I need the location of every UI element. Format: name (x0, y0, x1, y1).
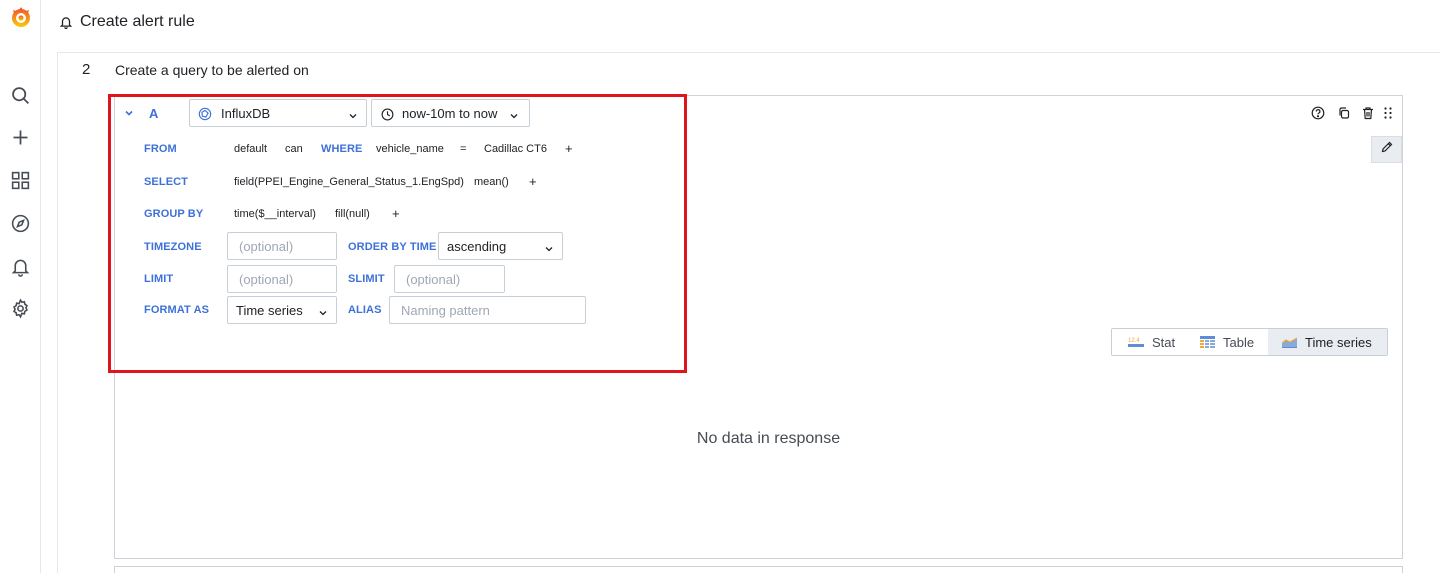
time-range-value: now-10m to now (402, 105, 498, 121)
alias-label: ALIAS (348, 304, 382, 316)
step-title: Create a query to be alerted on (115, 62, 309, 78)
select-field[interactable]: field(PPEI_Engine_General_Status_1.EngSp… (234, 176, 464, 188)
limit-input-wrapper (227, 265, 337, 293)
time-range-picker[interactable]: now-10m to now (371, 99, 530, 127)
chevron-down-icon (348, 109, 358, 119)
search-icon[interactable] (10, 85, 31, 106)
order-by-time-select[interactable]: ascending (438, 232, 563, 260)
viz-option-stat[interactable]: 12.4 Stat (1112, 329, 1188, 355)
timezone-input[interactable] (239, 238, 336, 254)
group-by-time[interactable]: time($__interval) (234, 208, 316, 220)
timezone-input-wrapper (227, 232, 337, 260)
svg-text:12.4: 12.4 (1128, 338, 1140, 344)
table-icon (1200, 335, 1215, 348)
chevron-down-icon (544, 242, 554, 252)
timezone-label: TIMEZONE (144, 241, 202, 253)
select-label: SELECT (144, 176, 188, 188)
slimit-label: SLIMIT (348, 273, 385, 285)
where-operator[interactable]: = (460, 143, 466, 155)
duplicate-icon[interactable] (1337, 106, 1351, 120)
grafana-logo-icon[interactable] (9, 5, 33, 29)
where-label: WHERE (321, 143, 363, 155)
collapse-chevron-icon[interactable] (123, 106, 135, 118)
chevron-down-icon (318, 306, 328, 316)
drag-handle-icon[interactable] (1381, 106, 1395, 120)
trash-icon[interactable] (1361, 106, 1375, 120)
bell-icon (59, 15, 73, 30)
query-ref-id[interactable]: A (149, 106, 158, 121)
dashboards-icon[interactable] (10, 170, 31, 191)
from-label: FROM (144, 143, 177, 155)
add-group-by-button[interactable]: + (392, 206, 400, 221)
alias-input-wrapper (389, 296, 586, 324)
format-as-label: FORMAT AS (144, 304, 210, 316)
datasource-picker[interactable]: InfluxDB (189, 99, 367, 127)
page-header: Create alert rule (42, 0, 1440, 44)
stat-icon: 12.4 (1128, 338, 1144, 347)
viz-option-time-series[interactable]: Time series (1268, 329, 1387, 355)
viz-option-label: Table (1223, 334, 1255, 350)
influxdb-icon (198, 107, 212, 121)
viz-option-table[interactable]: Table (1188, 329, 1268, 355)
alias-input[interactable] (401, 302, 585, 318)
where-tag-value[interactable]: Cadillac CT6 (484, 143, 547, 155)
sidebar (0, 0, 41, 573)
viz-option-label: Stat (1152, 334, 1176, 350)
format-as-select[interactable]: Time series (227, 296, 337, 324)
measurement[interactable]: can (285, 143, 303, 155)
where-tag-key[interactable]: vehicle_name (376, 143, 444, 155)
page-title: Create alert rule (80, 13, 195, 30)
settings-gear-icon[interactable] (10, 298, 31, 319)
visualization-switch: 12.4 Stat Table Time series (1111, 328, 1388, 356)
help-icon[interactable] (1311, 106, 1325, 120)
query-editor-panel (114, 95, 1403, 559)
slimit-input[interactable] (406, 271, 504, 287)
slimit-input-wrapper (394, 265, 505, 293)
group-by-label: GROUP BY (144, 208, 204, 220)
toggle-edit-mode-button[interactable] (1371, 136, 1402, 163)
datasource-name: InfluxDB (221, 105, 271, 121)
limit-label: LIMIT (144, 273, 174, 285)
pencil-icon (1380, 140, 1394, 159)
step-number: 2 (82, 61, 91, 78)
order-by-time-value: ascending (447, 238, 507, 254)
time-series-icon (1282, 337, 1297, 348)
order-by-time-label: ORDER BY TIME (348, 241, 437, 253)
group-by-fill[interactable]: fill(null) (335, 208, 370, 220)
no-data-message: No data in response (696, 430, 841, 447)
explore-compass-icon[interactable] (10, 213, 31, 234)
expression-panel (114, 566, 1403, 573)
chevron-down-icon (509, 109, 519, 119)
viz-option-label: Time series (1305, 334, 1372, 350)
select-aggregation[interactable]: mean() (474, 176, 509, 188)
format-as-value: Time series (236, 302, 303, 318)
clock-icon (381, 108, 394, 121)
retention-policy[interactable]: default (234, 143, 267, 155)
add-where-button[interactable]: + (565, 141, 573, 156)
alerting-bell-icon[interactable] (10, 256, 31, 277)
plus-icon[interactable] (10, 127, 31, 148)
limit-input[interactable] (239, 271, 336, 287)
add-select-button[interactable]: + (529, 174, 537, 189)
